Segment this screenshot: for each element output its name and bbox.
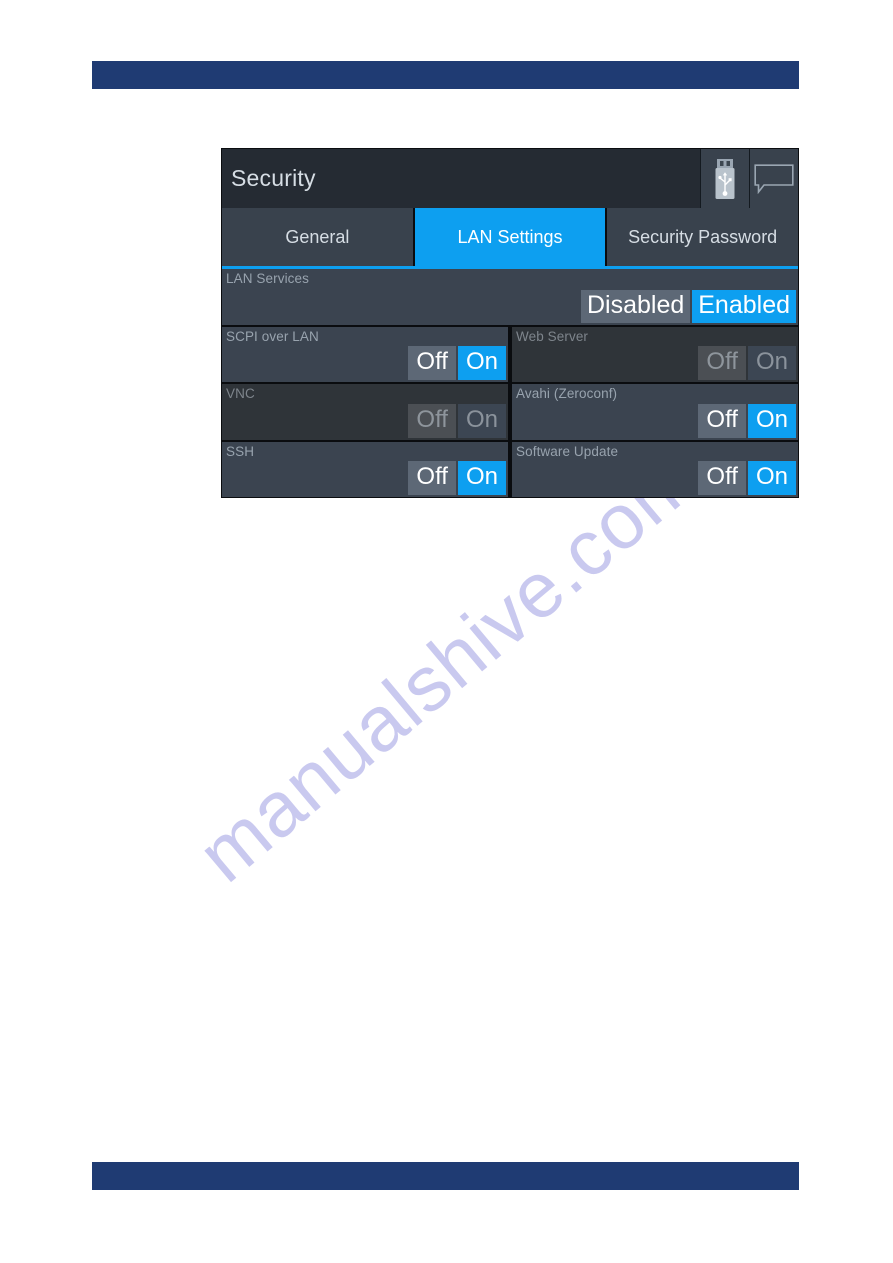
setting-label: LAN Services [226, 271, 309, 286]
settings-row: SSH Off On Software Update Off On [222, 441, 798, 497]
tab-general[interactable]: General [222, 208, 415, 266]
toggle-option-on[interactable]: On [747, 461, 796, 495]
tab-bar: General LAN Settings Security Password [222, 208, 799, 269]
toggle-option-off[interactable]: Off [698, 403, 746, 438]
tab-lan-settings[interactable]: LAN Settings [414, 208, 608, 266]
toggle-ssh: Off On [408, 461, 506, 495]
toggle-option-off[interactable]: Off [698, 461, 746, 495]
toggle-option-on[interactable]: On [457, 461, 506, 495]
settings-row: VNC Off On Avahi (Zeroconf) Off On [222, 384, 798, 442]
settings-list: LAN Services Disabled Enabled SCPI over … [222, 269, 798, 497]
setting-label: Web Server [516, 328, 589, 344]
setting-web-server: Web Server Off On [508, 326, 798, 382]
setting-label: Software Update [516, 443, 619, 459]
toggle-option-off[interactable]: Off [408, 346, 456, 380]
setting-avahi-zeroconf[interactable]: Avahi (Zeroconf) Off On [508, 384, 798, 440]
toggle-avahi-zeroconf: Off On [698, 403, 796, 438]
toggle-option-on[interactable]: On [457, 346, 506, 380]
toggle-web-server: Off On [698, 346, 796, 380]
settings-row: SCPI over LAN Off On Web Server Off On [222, 326, 798, 384]
setting-scpi-over-lan[interactable]: SCPI over LAN Off On [222, 326, 508, 382]
toggle-option-on[interactable]: On [747, 403, 796, 438]
setting-label: SSH [226, 443, 255, 459]
message-bubble-icon [754, 163, 794, 194]
usb-status-cell[interactable] [700, 149, 749, 208]
toggle-scpi-over-lan: Off On [408, 346, 506, 380]
message-status-cell[interactable] [749, 149, 798, 208]
toggle-option-off: Off [698, 346, 746, 380]
setting-label: SCPI over LAN [226, 328, 319, 344]
setting-label: Avahi (Zeroconf) [516, 386, 618, 401]
title-bar: Security [222, 149, 798, 208]
settings-row: LAN Services Disabled Enabled [222, 269, 798, 327]
toggle-option-off[interactable]: Off [408, 461, 456, 495]
usb-stick-icon [715, 158, 735, 199]
instrument-screen: Security General LAN Settings Security P… [221, 148, 799, 498]
toggle-option-on: On [457, 403, 506, 438]
setting-lan-services[interactable]: LAN Services Disabled Enabled [222, 269, 798, 325]
page-title: Security [231, 165, 316, 191]
setting-label: VNC [226, 386, 255, 401]
toggle-option-enabled[interactable]: Enabled [692, 289, 796, 323]
toggle-option-disabled[interactable]: Disabled [580, 289, 691, 323]
toggle-vnc: Off On [408, 403, 506, 438]
document-footer-bar [92, 1162, 799, 1190]
setting-vnc: VNC Off On [222, 384, 508, 440]
setting-ssh[interactable]: SSH Off On [222, 441, 508, 497]
setting-software-update[interactable]: Software Update Off On [508, 441, 798, 497]
toggle-lan-services: Disabled Enabled [580, 289, 796, 323]
document-header-bar [92, 61, 799, 89]
toggle-option-on: On [747, 346, 796, 380]
tab-security-password[interactable]: Security Password [607, 208, 799, 266]
toggle-software-update: Off On [698, 461, 796, 495]
toggle-option-off: Off [408, 403, 456, 438]
